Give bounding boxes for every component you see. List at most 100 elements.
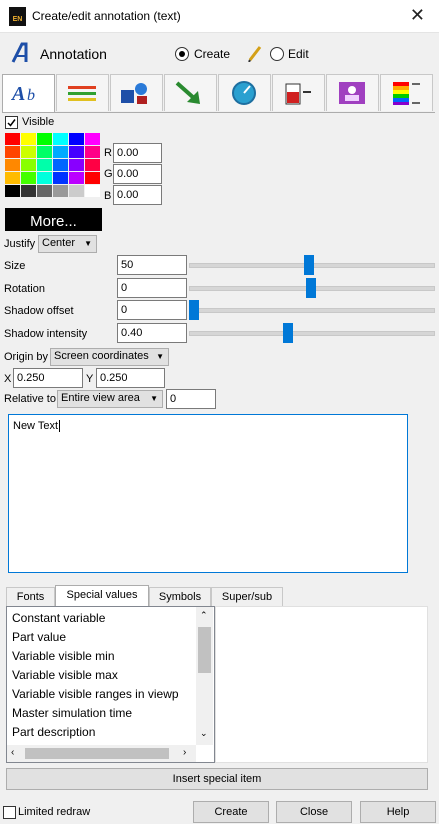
slider-track[interactable]	[189, 308, 435, 313]
color-swatch[interactable]	[85, 172, 100, 184]
tab-fonts[interactable]: Fonts	[6, 587, 55, 607]
lower-tabs: Fonts Special values Symbols Super/sub	[6, 585, 428, 607]
justify-select[interactable]: Center ▼	[38, 235, 97, 253]
list-item[interactable]: Constant variable	[12, 609, 105, 628]
color-swatch[interactable]	[37, 172, 52, 184]
slider-track[interactable]	[189, 331, 435, 336]
limited-redraw-checkbox[interactable]	[3, 806, 16, 819]
slider-value-field[interactable]	[117, 300, 187, 320]
color-swatch[interactable]	[37, 146, 52, 158]
legend-icon	[393, 82, 420, 105]
scroll-left-icon[interactable]: ‹	[11, 747, 14, 758]
color-swatch[interactable]	[69, 172, 84, 184]
list-item[interactable]: Part value	[12, 628, 66, 647]
tab-lines[interactable]	[56, 74, 109, 111]
relative-to-value-field[interactable]	[166, 389, 216, 409]
color-swatch[interactable]	[53, 133, 68, 145]
relative-to-select[interactable]: Entire view area ▼	[57, 390, 163, 408]
origin-select[interactable]: Screen coordinates ▼	[50, 348, 169, 366]
list-item[interactable]: Variable visible min	[12, 647, 115, 666]
color-swatch[interactable]	[69, 159, 84, 171]
color-swatch[interactable]	[85, 146, 100, 158]
create-radio-label[interactable]: Create	[194, 47, 230, 61]
tab-logo[interactable]	[326, 74, 379, 111]
tab-arrow[interactable]	[164, 74, 217, 111]
color-swatch[interactable]	[21, 159, 36, 171]
create-radio[interactable]	[175, 47, 189, 61]
color-swatch[interactable]	[69, 146, 84, 158]
list-item[interactable]: Master simulation time	[12, 704, 132, 723]
tab-legend[interactable]	[380, 74, 433, 111]
edit-radio-label[interactable]: Edit	[288, 47, 309, 61]
y-label: Y	[86, 373, 94, 385]
g-value-field[interactable]	[113, 164, 162, 184]
shapes-icon	[121, 83, 147, 104]
close-window-button[interactable]: ✕	[410, 5, 425, 25]
list-item[interactable]: Variable visible ranges in viewp	[12, 685, 179, 704]
slider-thumb[interactable]	[303, 255, 314, 275]
color-swatch[interactable]	[85, 185, 100, 197]
annotation-label: Annotation	[40, 46, 107, 62]
color-swatch[interactable]	[69, 185, 84, 197]
x-field[interactable]	[13, 368, 83, 388]
annotation-text[interactable]: New Text	[13, 420, 58, 432]
color-swatch[interactable]	[85, 159, 100, 171]
color-swatch[interactable]	[5, 172, 20, 184]
color-swatch[interactable]	[21, 146, 36, 158]
help-button[interactable]: Help	[360, 801, 436, 823]
slider-value-field[interactable]	[117, 323, 187, 343]
gauge-icon	[285, 83, 311, 105]
slider-thumb[interactable]	[189, 300, 199, 320]
tab-text[interactable]: A b	[2, 74, 55, 112]
r-value-field[interactable]	[113, 143, 162, 163]
scroll-right-icon[interactable]: ›	[183, 747, 186, 758]
tab-dial[interactable]	[218, 74, 271, 111]
edit-radio[interactable]	[270, 47, 284, 61]
color-swatch[interactable]	[37, 159, 52, 171]
more-colors-button[interactable]: More...	[5, 208, 102, 231]
b-value-field[interactable]	[113, 185, 162, 205]
slider-thumb[interactable]	[306, 278, 316, 298]
slider-label: Shadow intensity	[4, 328, 88, 340]
color-swatch[interactable]	[37, 133, 52, 145]
create-button[interactable]: Create	[193, 801, 269, 823]
y-field[interactable]	[96, 368, 165, 388]
scroll-up-icon[interactable]: ⌃	[200, 610, 208, 621]
color-swatch[interactable]	[21, 133, 36, 145]
vertical-scrollbar[interactable]: ⌃ ⌄	[196, 607, 213, 745]
color-swatch[interactable]	[37, 185, 52, 197]
visible-checkbox[interactable]	[5, 116, 18, 129]
color-swatch[interactable]	[53, 172, 68, 184]
arrow-icon	[175, 81, 200, 104]
horizontal-scroll-thumb[interactable]	[25, 748, 169, 759]
color-swatch[interactable]	[53, 185, 68, 197]
list-item[interactable]: Part description	[12, 723, 95, 742]
color-swatch[interactable]	[53, 146, 68, 158]
color-swatch[interactable]	[5, 185, 20, 197]
tab-gauge[interactable]	[272, 74, 325, 111]
vertical-scroll-thumb[interactable]	[198, 627, 211, 673]
slider-thumb[interactable]	[282, 323, 293, 343]
color-swatch[interactable]	[85, 133, 100, 145]
annotation-text-area[interactable]: New Text	[8, 414, 408, 573]
color-swatch[interactable]	[21, 172, 36, 184]
tab-super-sub[interactable]: Super/sub	[211, 587, 283, 607]
slider-value-field[interactable]	[117, 278, 187, 298]
color-swatch[interactable]	[5, 133, 20, 145]
color-swatch[interactable]	[53, 159, 68, 171]
special-values-list[interactable]: Constant variable Part value Variable visi…	[6, 606, 215, 763]
close-button[interactable]: Close	[276, 801, 352, 823]
color-swatch[interactable]	[21, 185, 36, 197]
color-palette	[5, 133, 102, 208]
list-item[interactable]: Variable visible max	[12, 666, 118, 685]
horizontal-scrollbar[interactable]: ‹ ›	[7, 745, 196, 762]
scroll-down-icon[interactable]: ⌄	[200, 728, 208, 739]
tab-shapes[interactable]	[110, 74, 163, 111]
insert-special-item-button[interactable]: Insert special item	[6, 768, 428, 790]
tab-special-values[interactable]: Special values	[55, 585, 149, 607]
color-swatch[interactable]	[5, 146, 20, 158]
slider-value-field[interactable]	[117, 255, 187, 275]
tab-symbols[interactable]: Symbols	[149, 587, 211, 607]
color-swatch[interactable]	[69, 133, 84, 145]
color-swatch[interactable]	[5, 159, 20, 171]
